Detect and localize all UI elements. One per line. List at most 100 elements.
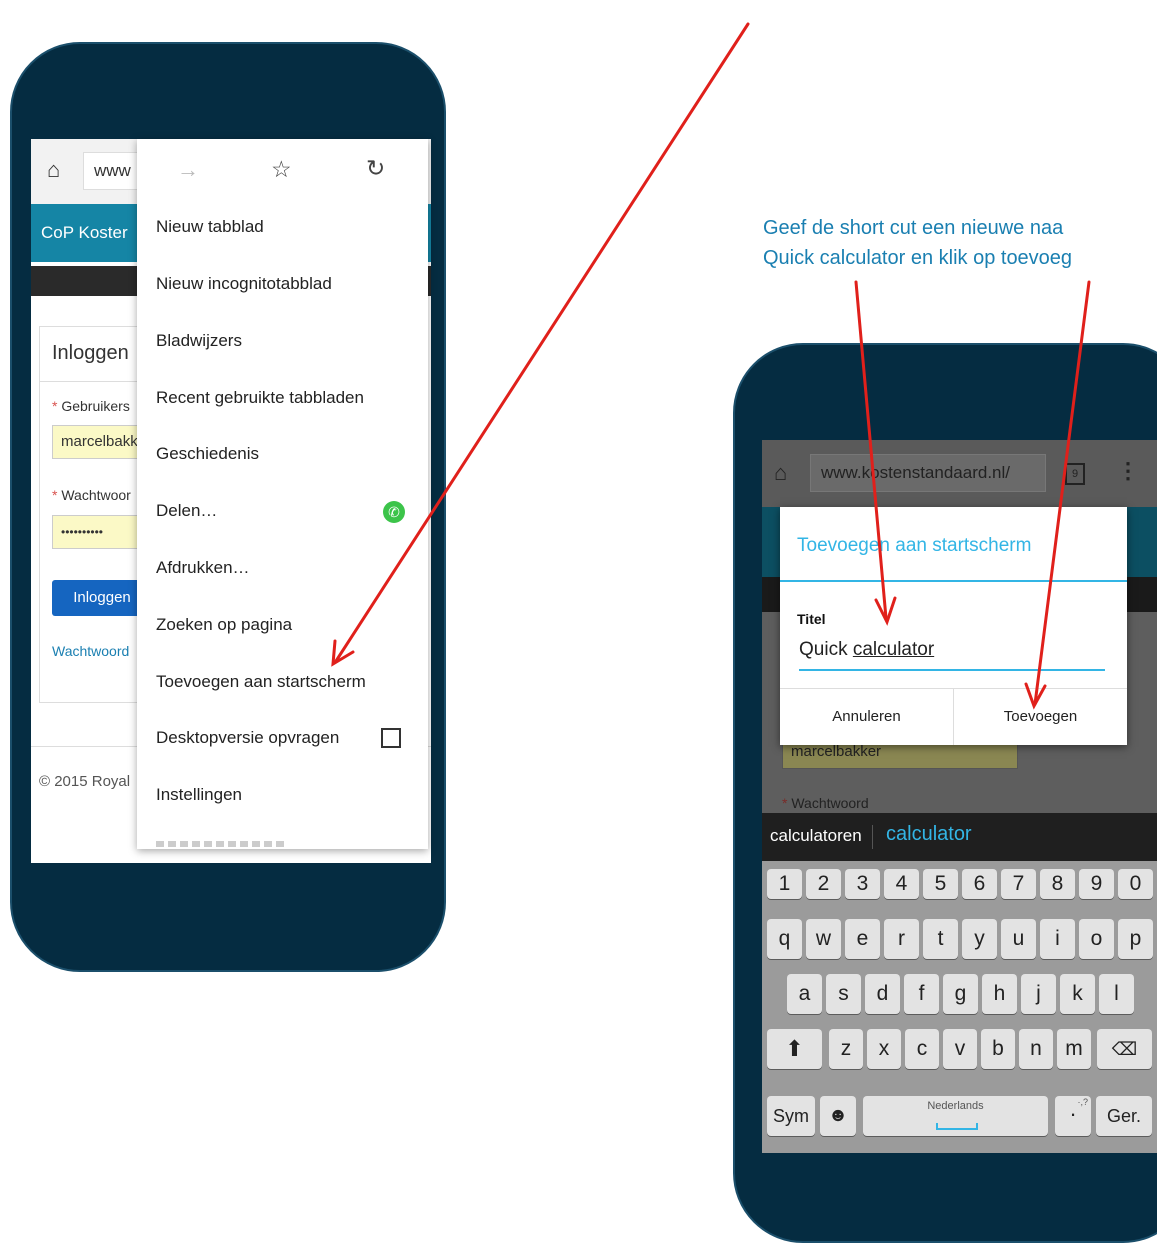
login-title: Inloggen: [52, 342, 129, 364]
menu-item-nieuw-tabblad[interactable]: Nieuw tabblad: [156, 217, 264, 237]
menu-item-incognito[interactable]: Nieuw incognitotabblad: [156, 274, 332, 294]
key-q[interactable]: q: [767, 919, 802, 959]
confirm-button-label: Toevoegen: [1003, 708, 1078, 725]
reload-icon[interactable]: ↻: [366, 155, 385, 182]
sym-key[interactable]: Sym: [767, 1096, 815, 1136]
key-w[interactable]: w: [806, 919, 841, 959]
menu-item-delen[interactable]: Delen…: [156, 501, 217, 521]
emoji-key[interactable]: ☻: [820, 1096, 856, 1136]
title-field-label: Titel: [797, 611, 826, 627]
menu-item-desktopversie[interactable]: Desktopversie opvragen: [156, 728, 339, 748]
key-r[interactable]: r: [884, 919, 919, 959]
footer-text: © 2015 Royal: [39, 773, 131, 790]
whatsapp-icon[interactable]: ✆: [383, 501, 405, 523]
keyboard-suggestion-bar: calculatoren calculator: [762, 813, 1157, 861]
key-8[interactable]: 8: [1040, 869, 1075, 899]
key-s[interactable]: s: [826, 974, 861, 1014]
address-text: www: [94, 161, 131, 180]
username-label-row: * Gebruikers: [52, 398, 130, 414]
tab-count-icon[interactable]: 9: [1065, 463, 1085, 485]
key-f[interactable]: f: [904, 974, 939, 1014]
key-d[interactable]: d: [865, 974, 900, 1014]
key-u[interactable]: u: [1001, 919, 1036, 959]
overflow-menu-icon[interactable]: ⋮: [1117, 458, 1139, 484]
key-y[interactable]: y: [962, 919, 997, 959]
password-label: Wachtwoord: [791, 795, 869, 811]
key-e[interactable]: e: [845, 919, 880, 959]
key-3[interactable]: 3: [845, 869, 880, 899]
space-key-label: Nederlands: [927, 1100, 984, 1112]
period-key[interactable]: ·,? .: [1055, 1096, 1091, 1136]
key-2[interactable]: 2: [806, 869, 841, 899]
address-text: www.kostenstandaard.nl/: [821, 463, 1010, 482]
menu-item-bladwijzers[interactable]: Bladwijzers: [156, 331, 242, 351]
title-input-composing: calculator: [852, 639, 935, 660]
key-i[interactable]: i: [1040, 919, 1075, 959]
key-k[interactable]: k: [1060, 974, 1095, 1014]
password-label: Wachtwoor: [61, 487, 131, 503]
enter-key[interactable]: Ger.: [1096, 1096, 1152, 1136]
key-6[interactable]: 6: [962, 869, 997, 899]
cancel-button[interactable]: Annuleren: [780, 689, 953, 745]
right-phone-screen: ⌂ www.kostenstandaard.nl/ 9 ⋮ marcelbakk…: [762, 440, 1157, 1153]
site-title: CoP Koster: [41, 223, 128, 242]
key-x[interactable]: x: [867, 1029, 901, 1069]
key-a[interactable]: a: [787, 974, 822, 1014]
menu-more-item-cutoff: [156, 841, 286, 847]
address-bar[interactable]: www.kostenstandaard.nl/: [810, 454, 1046, 492]
key-1[interactable]: 1: [767, 869, 802, 899]
space-bar-icon: [936, 1123, 978, 1130]
username-value-dimmed: marcelbakker: [791, 743, 882, 760]
key-v[interactable]: v: [943, 1029, 977, 1069]
menu-item-geschiedenis[interactable]: Geschiedenis: [156, 444, 259, 464]
key-c[interactable]: c: [905, 1029, 939, 1069]
title-input[interactable]: Quick calculator: [799, 635, 1105, 671]
key-9[interactable]: 9: [1079, 869, 1114, 899]
key-l[interactable]: l: [1099, 974, 1134, 1014]
key-g[interactable]: g: [943, 974, 978, 1014]
home-icon[interactable]: ⌂: [774, 460, 787, 486]
suggestion-1[interactable]: calculatoren: [770, 826, 862, 846]
space-key[interactable]: Nederlands: [863, 1096, 1048, 1136]
menu-item-recent-tabs[interactable]: Recent gebruikte tabbladen: [156, 388, 364, 408]
key-n[interactable]: n: [1019, 1029, 1053, 1069]
onscreen-keyboard: ⬆ ⌫ Sym ☻ Nederlands ·,? . Ger. 12345678…: [762, 861, 1157, 1153]
key-b[interactable]: b: [981, 1029, 1015, 1069]
menu-item-zoeken[interactable]: Zoeken op pagina: [156, 615, 292, 635]
desktop-checkbox[interactable]: [381, 728, 401, 748]
required-asterisk: *: [782, 795, 788, 811]
key-0[interactable]: 0: [1118, 869, 1153, 899]
confirm-button[interactable]: Toevoegen: [954, 689, 1127, 745]
key-o[interactable]: o: [1079, 919, 1114, 959]
suggestion-2[interactable]: calculator: [886, 823, 972, 846]
key-t[interactable]: t: [923, 919, 958, 959]
menu-item-toevoegen-startscherm[interactable]: Toevoegen aan startscherm: [156, 672, 366, 692]
forward-icon[interactable]: →: [177, 157, 199, 183]
star-icon[interactable]: ☆: [271, 156, 292, 183]
key-j[interactable]: j: [1021, 974, 1056, 1014]
key-z[interactable]: z: [829, 1029, 863, 1069]
browser-toolbar-dimmed: ⌂ www.kostenstandaard.nl/ 9 ⋮: [762, 440, 1157, 507]
menu-item-instellingen[interactable]: Instellingen: [156, 785, 242, 805]
shift-key[interactable]: ⬆: [767, 1029, 822, 1069]
home-icon[interactable]: ⌂: [47, 157, 60, 183]
cancel-button-label: Annuleren: [832, 708, 901, 725]
forgot-password-link[interactable]: Wachtwoord: [52, 643, 129, 659]
key-7[interactable]: 7: [1001, 869, 1036, 899]
browser-overflow-menu: → ☆ ↻ Nieuw tabblad Nieuw incognitotabbl…: [137, 139, 428, 849]
right-caption: Geef de short cut een nieuwe naa Quick c…: [763, 213, 1072, 273]
key-h[interactable]: h: [982, 974, 1017, 1014]
suggestion-divider: [872, 825, 873, 849]
tab-count: 9: [1071, 468, 1079, 480]
right-caption-line-2: Quick calculator en klik op toevoeg: [763, 247, 1073, 269]
menu-item-afdrukken[interactable]: Afdrukken…: [156, 558, 250, 578]
key-4[interactable]: 4: [884, 869, 919, 899]
dialog-title: Toevoegen aan startscherm: [797, 535, 1032, 556]
key-5[interactable]: 5: [923, 869, 958, 899]
key-m[interactable]: m: [1057, 1029, 1091, 1069]
right-caption-line-1: Geef de short cut een nieuwe naa: [763, 217, 1064, 239]
key-p[interactable]: p: [1118, 919, 1153, 959]
dialog-title-divider: [780, 580, 1127, 582]
password-value: ••••••••••: [61, 525, 104, 539]
backspace-key[interactable]: ⌫: [1097, 1029, 1152, 1069]
